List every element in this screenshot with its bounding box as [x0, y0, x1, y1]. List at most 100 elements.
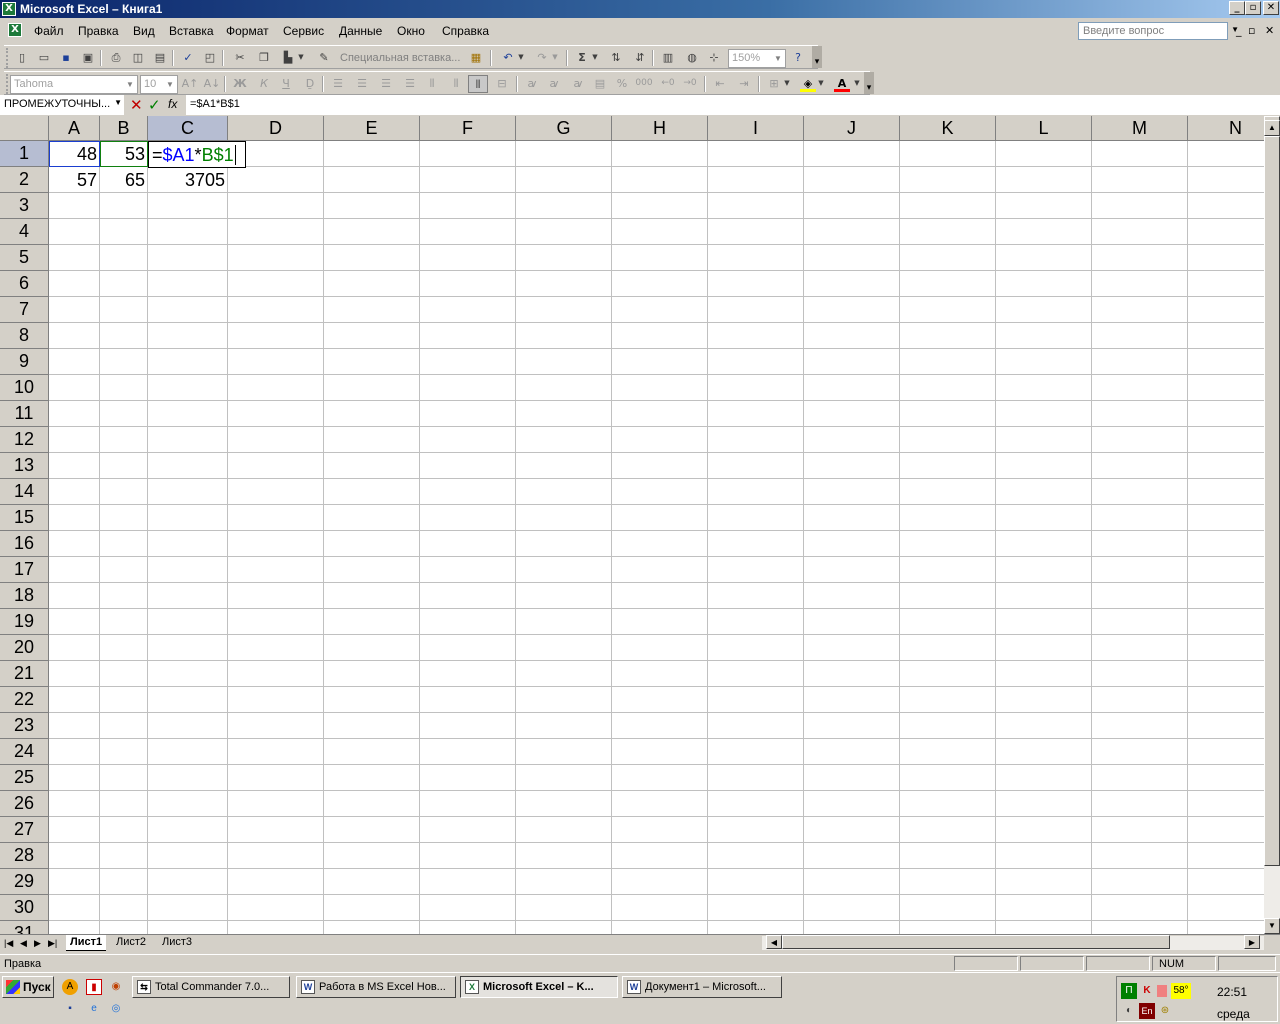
- italic-button[interactable]: К: [254, 75, 274, 93]
- row-header-30[interactable]: 30: [0, 895, 49, 921]
- row-header-27[interactable]: 27: [0, 817, 49, 843]
- vertical-scrollbar[interactable]: ▲ ▼: [1264, 116, 1280, 934]
- comma-style-button[interactable]: 000: [634, 75, 654, 93]
- row-header-1[interactable]: 1: [0, 141, 49, 167]
- copy-icon[interactable]: ❐: [254, 49, 274, 67]
- formula-input[interactable]: =$A1*B$1: [186, 95, 1280, 115]
- row-header-24[interactable]: 24: [0, 739, 49, 765]
- row-header-11[interactable]: 11: [0, 401, 49, 427]
- spreadsheet-grid[interactable]: A B C D E F G H I J K L M N 1 2 3 4 5 6 7 8 9 10 1…: [0, 116, 1264, 934]
- scroll-thumb[interactable]: [1264, 136, 1280, 866]
- row-header-6[interactable]: 6: [0, 271, 49, 297]
- increase-indent-icon[interactable]: ⇥: [734, 75, 754, 93]
- undo-dropdown-icon[interactable]: ▼: [516, 49, 526, 67]
- font-size-dropdown-icon[interactable]: ▼: [164, 77, 176, 92]
- cell-b2[interactable]: 65: [100, 167, 148, 193]
- open-folder-icon[interactable]: ▭: [34, 49, 54, 67]
- insert-function-button[interactable]: fx: [168, 97, 177, 111]
- cut-icon[interactable]: ✂: [230, 49, 250, 67]
- distributed-icon[interactable]: ⫴: [422, 75, 442, 93]
- row-header-18[interactable]: 18: [0, 583, 49, 609]
- decrease-indent-icon[interactable]: ⇤: [710, 75, 730, 93]
- menu-window[interactable]: Окно: [397, 24, 425, 38]
- row-header-14[interactable]: 14: [0, 479, 49, 505]
- scroll-left-icon[interactable]: ◀: [766, 935, 782, 949]
- menu-format[interactable]: Формат: [226, 24, 269, 38]
- menu-help[interactable]: Справка: [442, 24, 489, 38]
- tray-temperature[interactable]: 58°: [1171, 983, 1191, 999]
- grow-font-icon[interactable]: A↑: [180, 75, 200, 93]
- quick-launch-save-icon[interactable]: ▪: [62, 1001, 78, 1017]
- currency-icon[interactable]: ▤: [590, 75, 610, 93]
- bold-button[interactable]: Ж: [230, 75, 250, 93]
- cell-a2[interactable]: 57: [49, 167, 100, 193]
- sheet-tab-3[interactable]: Лист3: [158, 935, 196, 951]
- quick-launch-icon[interactable]: A: [62, 979, 78, 995]
- sort-ascending-icon[interactable]: ⇅: [606, 49, 626, 67]
- menu-file[interactable]: Файл: [34, 24, 64, 38]
- autosum-dropdown-icon[interactable]: ▼: [590, 49, 600, 67]
- enter-entry-icon[interactable]: ✓: [148, 96, 161, 114]
- vertical-text-icon[interactable]: ꜹ: [568, 75, 588, 93]
- tray-language-indicator[interactable]: En: [1139, 1003, 1155, 1019]
- paste-dropdown-icon[interactable]: ▼: [296, 49, 306, 67]
- minimize-button[interactable]: _: [1229, 1, 1245, 15]
- excel-app-icon[interactable]: X: [2, 2, 16, 16]
- shrink-font-icon[interactable]: A↓: [202, 75, 222, 93]
- column-header-j[interactable]: J: [804, 116, 900, 141]
- select-all-button[interactable]: [0, 116, 49, 141]
- column-header-n[interactable]: N: [1188, 116, 1264, 141]
- drawing-icon[interactable]: ◍: [682, 49, 702, 67]
- research-book-icon[interactable]: ◰: [200, 49, 220, 67]
- merge-center-icon[interactable]: ⊟: [492, 75, 512, 93]
- decrease-decimal-icon[interactable]: →0: [680, 75, 700, 93]
- row-header-16[interactable]: 16: [0, 531, 49, 557]
- tray-volume-icon[interactable]: ◐: [1121, 1003, 1137, 1019]
- cell-c2[interactable]: 3705: [148, 167, 228, 193]
- task-excel[interactable]: X Microsoft Excel – K...: [460, 976, 618, 998]
- merge-icon[interactable]: ⫴: [446, 75, 466, 93]
- rotate-text-icon[interactable]: ꜹ: [522, 75, 542, 93]
- row-header-5[interactable]: 5: [0, 245, 49, 271]
- quick-launch-ie-icon[interactable]: e: [86, 1001, 102, 1017]
- zoom-select[interactable]: 150% ▼: [728, 49, 786, 68]
- print-icon[interactable]: ⎙: [106, 49, 126, 67]
- task-word-doc1[interactable]: W Документ1 – Microsoft...: [622, 976, 782, 998]
- justify-icon[interactable]: ☰: [400, 75, 420, 93]
- task-word-doc[interactable]: W Работа в MS Excel Нов...: [296, 976, 456, 998]
- row-header-31[interactable]: 31: [0, 921, 49, 934]
- menu-edit[interactable]: Правка: [78, 24, 119, 38]
- menu-tools[interactable]: Сервис: [283, 24, 324, 38]
- horizontal-scrollbar[interactable]: ◀ ▶: [762, 935, 1264, 950]
- row-header-8[interactable]: 8: [0, 323, 49, 349]
- task-total-commander[interactable]: ⇆ Total Commander 7.0...: [132, 976, 290, 998]
- row-header-13[interactable]: 13: [0, 453, 49, 479]
- spelling-icon[interactable]: ✓: [178, 49, 198, 67]
- sheet-tab-2[interactable]: Лист2: [112, 935, 150, 951]
- row-header-22[interactable]: 22: [0, 687, 49, 713]
- last-sheet-icon[interactable]: ▶|: [48, 938, 57, 949]
- toolbar-options-icon[interactable]: ▾: [812, 46, 822, 68]
- row-header-10[interactable]: 10: [0, 375, 49, 401]
- workbook-icon[interactable]: X: [8, 23, 22, 37]
- help-icon[interactable]: ?: [788, 49, 808, 67]
- paste-icon[interactable]: ▙: [278, 49, 298, 67]
- menu-view[interactable]: Вид: [133, 24, 155, 38]
- row-header-12[interactable]: 12: [0, 427, 49, 453]
- quick-launch-outlook-icon[interactable]: ◎: [108, 1001, 124, 1017]
- font-name-dropdown-icon[interactable]: ▼: [124, 77, 136, 92]
- column-header-i[interactable]: I: [708, 116, 804, 141]
- row-header-19[interactable]: 19: [0, 609, 49, 635]
- percent-style-button[interactable]: %: [612, 75, 632, 93]
- restore-button[interactable]: ▫: [1245, 1, 1261, 15]
- quick-launch-firefox-icon[interactable]: ◉: [108, 979, 124, 995]
- fill-color-dropdown-icon[interactable]: ▼: [816, 75, 826, 93]
- column-header-e[interactable]: E: [324, 116, 420, 141]
- sheet-tab-1[interactable]: Лист1: [66, 935, 107, 951]
- column-header-f[interactable]: F: [420, 116, 516, 141]
- sort-descending-icon[interactable]: ⇵: [630, 49, 650, 67]
- row-header-20[interactable]: 20: [0, 635, 49, 661]
- save-icon[interactable]: ▪: [56, 49, 76, 67]
- close-button[interactable]: ✕: [1263, 1, 1279, 15]
- ask-question-box[interactable]: Введите вопрос ▼: [1078, 22, 1239, 40]
